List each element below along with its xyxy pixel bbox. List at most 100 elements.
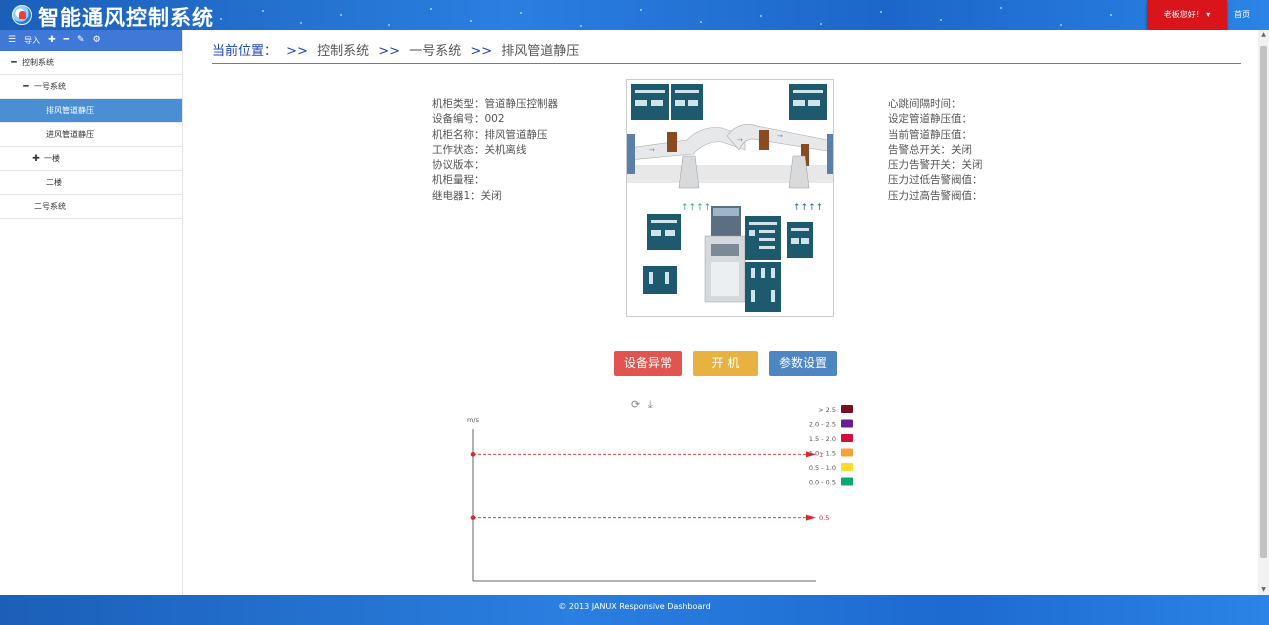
info-set-pressure: 设定管道静压值： — [888, 113, 972, 126]
import-button[interactable]: 导入 — [24, 35, 40, 46]
header-sparkle — [388, 24, 390, 26]
breadcrumb-separator: >> — [378, 44, 401, 59]
tree-item-intake-pressure[interactable]: 进风管道静压 — [0, 123, 182, 147]
header-sparkle — [1060, 24, 1062, 26]
mark-line-0-5-label: 0.5 — [819, 514, 829, 522]
expand-icon[interactable]: ✚ — [32, 154, 40, 164]
scroll-down-icon[interactable]: ▼ — [1258, 585, 1269, 595]
info-cabinet-range: 机柜量程： — [432, 174, 485, 187]
info-heartbeat-interval: 心跳间隔时间： — [888, 98, 962, 110]
home-link[interactable]: 首页 — [1234, 0, 1250, 30]
header-sparkle — [580, 25, 582, 27]
breadcrumb-separator: >> — [470, 44, 493, 59]
legend-swatch[interactable] — [841, 419, 853, 428]
ventilation-diagram: → → → ↑↑↑↑ ↑↑↑↑ — [626, 79, 834, 317]
svg-text:→: → — [777, 132, 783, 140]
page-footer: © 2013 JANUX Responsive Dashboard — [0, 595, 1269, 625]
info-current-pressure: 当前管道静压值： — [888, 128, 972, 141]
info-work-status: 工作状态：关机离线 — [432, 143, 527, 156]
scroll-up-icon[interactable]: ▲ — [1258, 30, 1269, 40]
refresh-icon[interactable]: ⟳ — [631, 398, 640, 411]
info-pressure-alarm-switch: 压力告警开关：关闭 — [888, 159, 983, 172]
user-menu[interactable]: 老板您好！ ▾ — [1147, 0, 1227, 30]
header-sparkle — [880, 11, 882, 13]
tree-item-system-2[interactable]: 二号系统 — [0, 195, 182, 219]
collapse-icon[interactable]: ━ — [22, 82, 30, 92]
remove-icon[interactable]: ━ — [64, 30, 69, 51]
tree-item-floor-2[interactable]: 二楼 — [0, 171, 182, 195]
info-low-pressure-threshold: 压力过低告警阀值： — [888, 174, 983, 187]
tree-item-label: 排风管道静压 — [46, 106, 94, 115]
info-alarm-master-switch: 告警总开关：关闭 — [888, 143, 972, 156]
header-sparkle — [340, 14, 342, 16]
header-sparkle — [220, 18, 222, 20]
app-logo-icon — [12, 5, 32, 25]
breadcrumb: 当前位置： >> 控制系统 >> 一号系统 >> 排风管道静压 — [212, 40, 1241, 64]
legend-label: 0.0 - 0.5 — [809, 479, 836, 487]
tree-item-label: 控制系统 — [22, 58, 54, 67]
edit-icon[interactable]: ✎ — [77, 30, 85, 51]
legend-label: > 2.5 — [818, 406, 836, 414]
scrollbar-thumb[interactable] — [1260, 46, 1267, 558]
legend-label: 2.0 - 2.5 — [809, 421, 836, 429]
pressure-chart: m/s 1 0.5 > 2.5 2.0 - 2.5 1.5 - 2.0 1.0 … — [467, 405, 853, 582]
tree-item-label: 一号系统 — [34, 82, 66, 91]
tree-item-exhaust-pressure[interactable]: 排风管道静压 — [0, 99, 182, 123]
header-sparkle — [940, 19, 942, 21]
header-sparkle — [760, 15, 762, 17]
page-scrollbar[interactable]: ▲ ▼ — [1258, 30, 1269, 595]
tree-item-label: 一楼 — [44, 154, 60, 163]
parameter-settings-button[interactable]: 参数设置 — [769, 351, 837, 376]
svg-text:↑↑↑↑: ↑↑↑↑ — [793, 203, 823, 213]
breadcrumb-label: 当前位置： — [212, 44, 278, 59]
legend-label: 1.5 - 2.0 — [809, 435, 836, 443]
tree-item-label: 进风管道静压 — [46, 130, 94, 139]
caret-down-icon: ▾ — [1206, 10, 1211, 19]
app-title: 智能通风控制系统 — [38, 6, 214, 30]
legend-swatch[interactable] — [841, 477, 853, 486]
download-icon[interactable]: ⤓ — [648, 398, 653, 411]
tree-item-system-1[interactable]: ━ 一号系统 — [0, 75, 182, 99]
ventilation-system-illustration: → → → ↑↑↑↑ ↑↑↑↑ — [627, 84, 833, 312]
svg-text:↑↑↑↑: ↑↑↑↑ — [681, 203, 711, 213]
legend-swatch[interactable] — [841, 405, 853, 413]
settings-gear-icon[interactable]: ⚙ — [93, 30, 101, 51]
tree-item-floor-1[interactable]: ✚ 一楼 — [0, 147, 182, 171]
user-greeting: 老板您好！ — [1163, 10, 1204, 19]
chart-toolbox: ⟳ ⤓ — [631, 398, 653, 412]
header-sparkle — [700, 21, 702, 23]
device-info-left: 机柜类型：管道静压控制器 设备编号：002 机柜名称：排风管道静压 工作状态：关… — [432, 97, 558, 204]
legend-swatch[interactable] — [841, 448, 853, 457]
header-sparkle — [640, 9, 642, 11]
legend-swatch[interactable] — [841, 463, 853, 471]
device-fault-button[interactable]: 设备异常 — [614, 351, 682, 376]
collapse-icon[interactable]: ━ — [10, 58, 18, 68]
power-on-button[interactable]: 开 机 — [693, 351, 758, 376]
tree-toolbar: ☰ 导入 ✚ ━ ✎ ⚙ — [0, 30, 182, 51]
footer-copyright: © 2013 JANUX Responsive Dashboard — [558, 602, 711, 611]
header-sparkle — [1110, 14, 1112, 16]
add-icon[interactable]: ✚ — [48, 30, 56, 51]
breadcrumb-item[interactable]: 一号系统 — [409, 44, 461, 59]
mark-line-0-5-arrow-icon — [806, 514, 816, 521]
tree-item-control-system[interactable]: ━ 控制系统 — [0, 51, 182, 75]
mark-line-0-5-start-point — [470, 515, 476, 520]
header-sparkle — [1000, 7, 1002, 9]
list-icon[interactable]: ☰ — [8, 30, 16, 51]
breadcrumb-item: 排风管道静压 — [501, 44, 580, 59]
legend-swatch[interactable] — [841, 434, 853, 442]
info-protocol-version: 协议版本： — [432, 159, 485, 172]
chart-legend: > 2.5 2.0 - 2.5 1.5 - 2.0 1.0 - 1.5 0.5 … — [809, 405, 853, 487]
tree-item-label: 二号系统 — [34, 202, 66, 211]
sidebar-tree: ☰ 导入 ✚ ━ ✎ ⚙ ━ 控制系统 ━ 一号系统 排风管道静压 进风管道静压… — [0, 30, 183, 595]
legend-label: 1.0 - 1.5 — [809, 450, 836, 458]
info-cabinet-name: 机柜名称：排风管道静压 — [432, 128, 548, 141]
tree-item-label: 二楼 — [46, 178, 62, 187]
mark-line-1-start-point — [470, 452, 476, 457]
header-sparkle — [470, 20, 472, 22]
breadcrumb-separator: >> — [286, 44, 308, 59]
legend-label: 0.5 - 1.0 — [809, 464, 836, 472]
breadcrumb-item[interactable]: 控制系统 — [317, 44, 369, 59]
svg-text:→: → — [737, 136, 743, 144]
info-cabinet-type: 机柜类型：管道静压控制器 — [432, 98, 558, 110]
